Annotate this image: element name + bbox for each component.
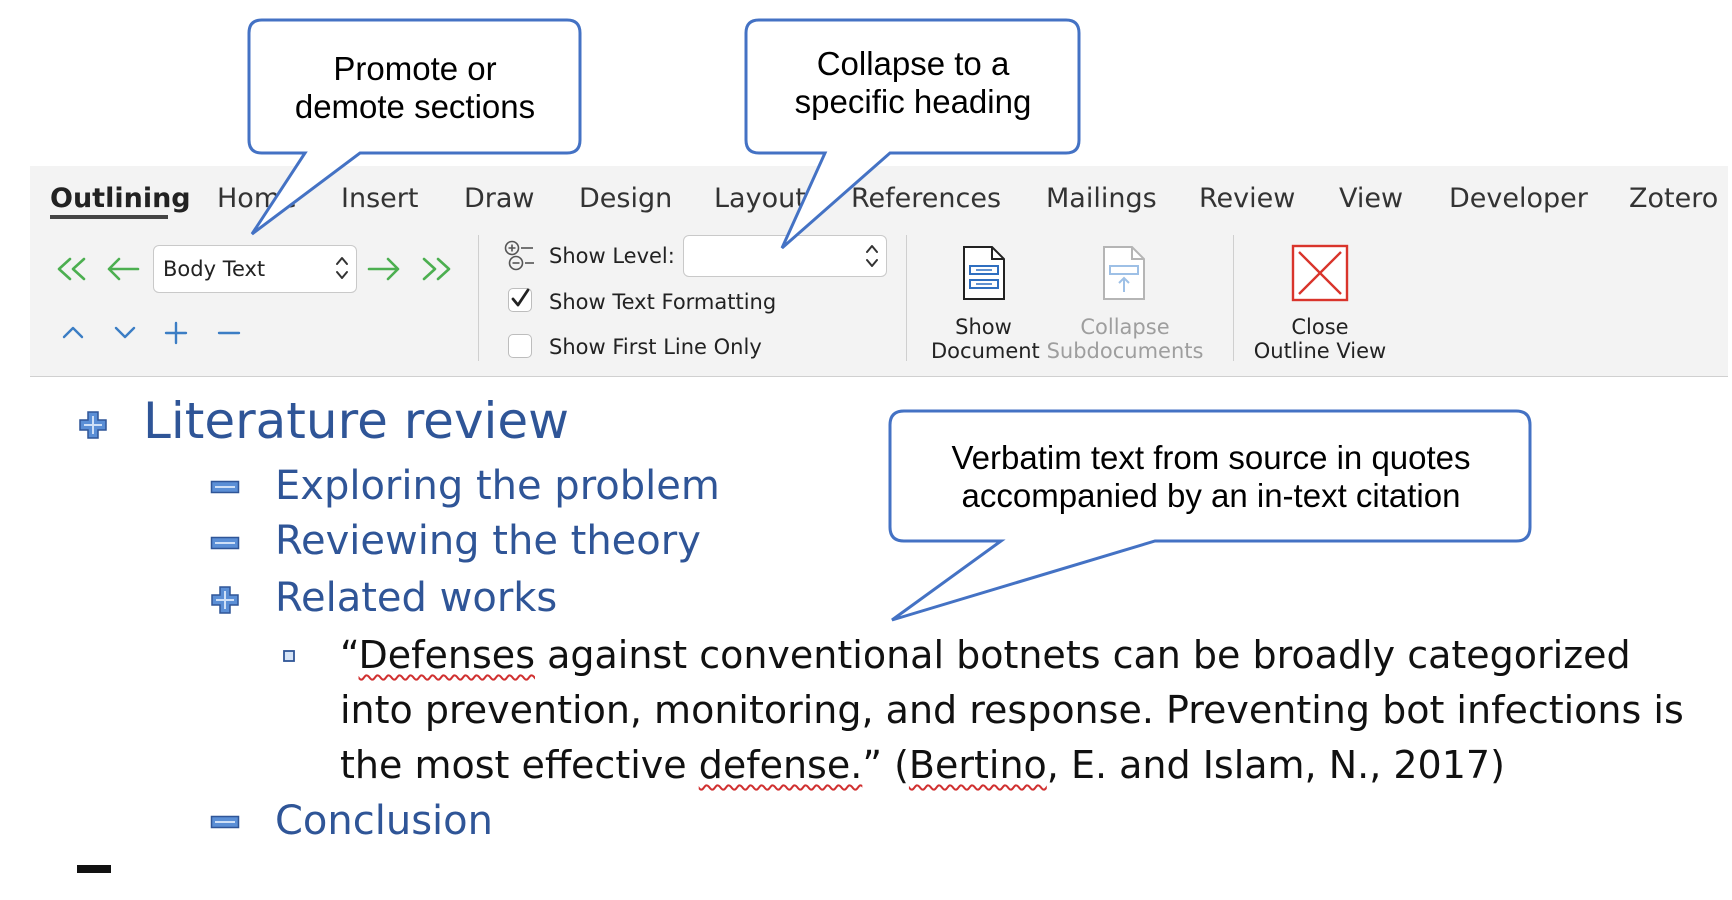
verbatim-callout-line2: accompanied by an in-text citation <box>961 477 1461 514</box>
promote-callout-line1: Promote or <box>333 50 497 87</box>
quote-line-3-start: the most effective <box>340 743 699 787</box>
verbatim-callout-text: Verbatim text from source in quotes acco… <box>892 439 1530 515</box>
quote-open-mark: “ <box>340 633 359 677</box>
promote-callout-line2: demote sections <box>294 88 536 125</box>
quote-line-1[interactable]: “Defenses against conventional botnets c… <box>340 628 1631 683</box>
quote-line-3[interactable]: the most effective defense.” (Bertino, E… <box>340 738 1505 793</box>
collapse-heading-minus-icon[interactable] <box>210 536 240 550</box>
quote-line-2[interactable]: into prevention, monitoring, and respons… <box>340 683 1684 738</box>
collapse-callout-line1: Collapse to a <box>816 45 1010 82</box>
expand-heading-plus-icon[interactable] <box>210 585 240 615</box>
outline-heading2-item[interactable]: Related works <box>275 575 557 621</box>
collapse-callout-line2: specific heading <box>794 83 1032 120</box>
expand-heading-plus-icon[interactable] <box>78 410 108 440</box>
collapse-callout-text: Collapse to a specific heading <box>747 45 1079 121</box>
collapse-heading-minus-icon[interactable] <box>210 480 240 494</box>
body-text-bullet-icon[interactable] <box>282 649 296 663</box>
empty-paragraph-marker[interactable] <box>77 865 111 873</box>
citation-rest: , E. and Islam, N., 2017) <box>1046 743 1505 787</box>
outline-heading2-item[interactable]: Conclusion <box>275 798 493 844</box>
quote-line-1-rest: against conventional botnets can be broa… <box>535 633 1631 677</box>
spelling-flag-word: Bertino <box>908 743 1047 787</box>
outline-heading2-item[interactable]: Exploring the problem <box>275 463 720 509</box>
verbatim-callout-line1: Verbatim text from source in quotes <box>951 439 1471 476</box>
spelling-flag-word: Defenses <box>358 633 535 677</box>
collapse-heading-minus-icon[interactable] <box>210 815 240 829</box>
quote-close-mark: ” ( <box>862 743 909 787</box>
outline-heading2-item[interactable]: Reviewing the theory <box>275 518 701 564</box>
spelling-flag-word: defense. <box>698 743 863 787</box>
promote-callout-text: Promote or demote sections <box>250 50 580 126</box>
outline-heading1[interactable]: Literature review <box>143 392 569 450</box>
